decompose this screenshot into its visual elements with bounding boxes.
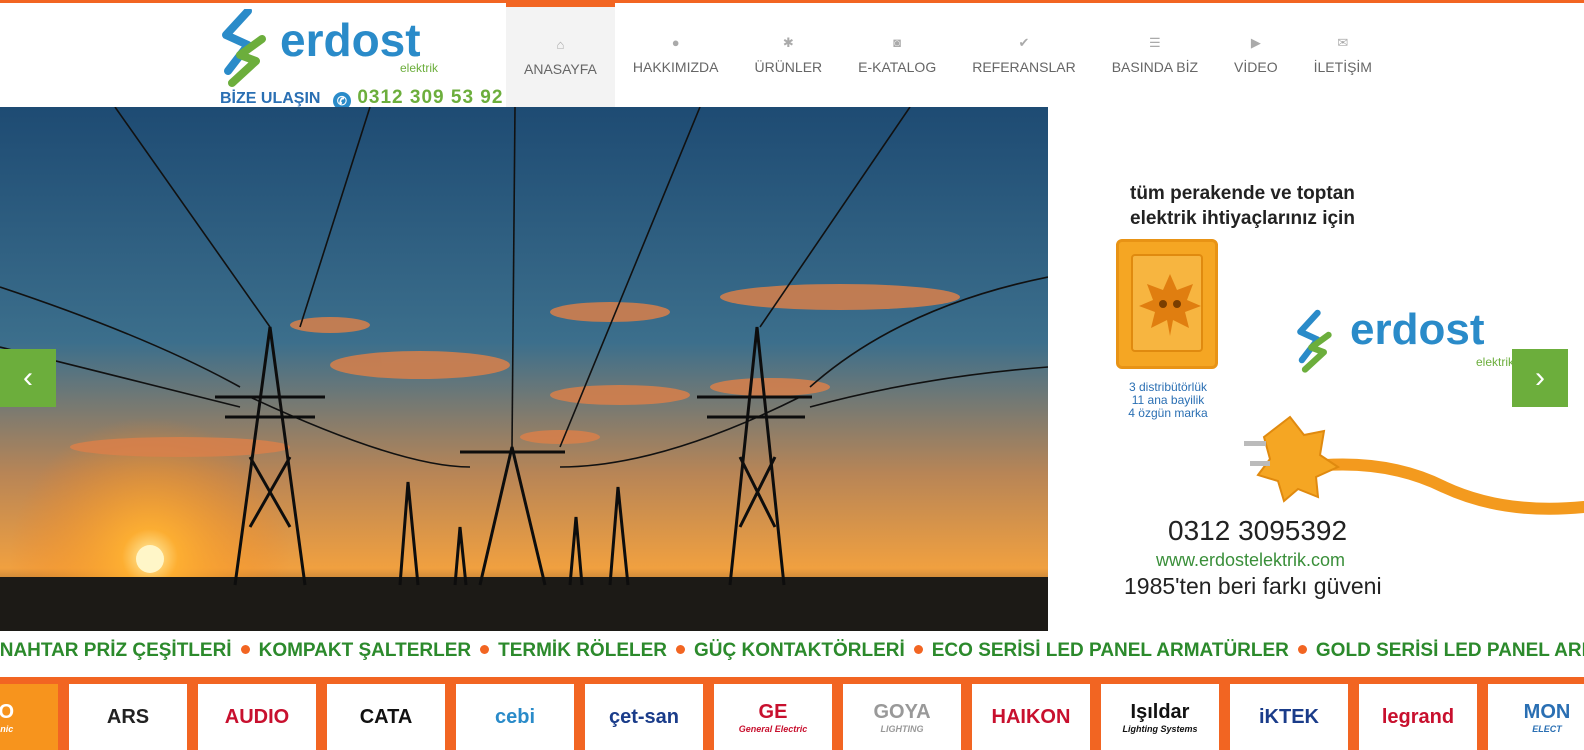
slider-prev-button[interactable]: ‹	[0, 349, 56, 407]
ticker-separator-dot	[676, 645, 685, 654]
logo-wordmark: erdost	[280, 14, 421, 66]
nav-label: BASINDA BİZ	[1111, 59, 1199, 75]
brand-name: CATA	[359, 705, 413, 728]
chevron-right-icon: ›	[1535, 361, 1545, 394]
brand-name: GOYA	[873, 700, 931, 723]
brand-logo[interactable]: GE General Electric	[714, 684, 832, 750]
nav-item-6[interactable]: ▶ VİDEO	[1216, 3, 1296, 107]
logo-subtitle: elektrik	[400, 61, 439, 75]
brand-logo[interactable]: legrand	[1359, 684, 1477, 750]
brand-logo[interactable]: HAIKON	[972, 684, 1090, 750]
nav-item-1[interactable]: ● HAKKIMIZDA	[615, 3, 737, 107]
brand-name: legrand	[1381, 705, 1455, 728]
brand-subtitle: ELECT	[1532, 723, 1562, 734]
brand-logo[interactable]: iKTEK	[1230, 684, 1348, 750]
ticker-separator-dot	[480, 645, 490, 654]
nav-item-4[interactable]: ✔ REFERANSLAR	[954, 3, 1093, 107]
ticker-item[interactable]: ECO SERİSİ LED PANEL ARMATÜRLER	[932, 640, 1289, 662]
check-icon: ✔	[1018, 35, 1030, 50]
brand-logo[interactable]: KOasonic	[0, 684, 58, 750]
brand-logo[interactable]: CATA	[327, 684, 445, 750]
ticker-separator-dot	[913, 645, 923, 654]
promo-phone: 0312 3095392	[1168, 515, 1348, 546]
brand-carousel: KOasonic ARS AUDIO CATA cebi çet-san GEGeneral…	[0, 677, 1584, 750]
nav-item-3[interactable]: ◙ E-KATALOG	[840, 3, 954, 107]
contact-label: BİZE ULAŞIN	[220, 90, 321, 107]
hero-slider: tüm perakende ve toptan elektrik ihtiyaç…	[0, 107, 1584, 631]
brand-logo[interactable]: çet-san	[585, 684, 703, 750]
brand-name: AUDIO	[224, 705, 290, 728]
ticker-item[interactable]: KOMPAKT ŞALTERLER	[259, 640, 472, 662]
user-icon: ●	[671, 35, 680, 50]
slider-next-button[interactable]: ›	[1512, 349, 1568, 407]
home-icon: ⌂	[556, 37, 565, 52]
nav-item-2[interactable]: ✱ ÜRÜNLER	[736, 3, 840, 107]
brand-subtitle: LIGHTING	[880, 723, 924, 734]
slide-photo	[0, 107, 1048, 631]
brand-name: Işıldar	[1130, 700, 1190, 723]
power-lines-sunset-image	[0, 107, 1048, 631]
brand-logo[interactable]: GOYA LIGHTING	[843, 684, 961, 750]
brand-name: cebi	[494, 705, 536, 728]
nav-label: ÜRÜNLER	[754, 59, 823, 75]
brand-logo[interactable]: cebi	[456, 684, 574, 750]
brand-logo[interactable]: ARS	[69, 684, 187, 750]
brand-logo[interactable]: MON ELECT	[1488, 684, 1584, 750]
ticker-separator-dot	[240, 645, 250, 654]
maple-socket-icon	[1116, 239, 1218, 369]
server-icon: ☰	[1149, 35, 1161, 50]
brand-name: ARS	[106, 705, 150, 728]
nav-item-7[interactable]: ✉ İLETİŞİM	[1296, 3, 1390, 107]
brand-name: GE	[758, 700, 788, 723]
brand-name: MON	[1523, 700, 1571, 723]
site-logo[interactable]: erdost elektrik BİZE ULAŞIN ✆ 0312 309 5…	[218, 7, 502, 110]
promo-logo-wordmark: erdost	[1350, 305, 1485, 354]
ticker-item[interactable]: GOLD SERİSİ LED PANEL ARMATÜRLER	[1316, 640, 1584, 662]
plug-cable-icon	[1244, 415, 1584, 515]
promo-logo-subtitle: elektrik	[1476, 355, 1515, 369]
promo-headline: tüm perakende ve toptan elektrik ihtiyaç…	[1130, 183, 1355, 229]
brand-subtitle: asonic	[0, 723, 14, 734]
brand-name: iKTEK	[1259, 705, 1319, 728]
brand-name: KO	[0, 700, 14, 723]
asterisk-icon: ✱	[782, 35, 794, 50]
nav-label: VİDEO	[1234, 59, 1278, 75]
chevron-left-icon: ‹	[23, 361, 33, 394]
envelope-icon: ✉	[1337, 35, 1349, 50]
nav-label: HAKKIMIZDA	[632, 59, 719, 75]
ticker-item[interactable]: GÜÇ KONTAKTÖRLERİ	[694, 640, 905, 662]
brand-subtitle: Lighting Systems	[1122, 723, 1198, 734]
ticker-item[interactable]: TERMİK RÖLELER	[498, 640, 667, 662]
camera-icon: ◙	[893, 35, 902, 50]
nav-label: REFERANSLAR	[972, 59, 1076, 75]
nav-item-0[interactable]: ⌂ ANASAYFA	[506, 3, 615, 107]
promo-stats: 3 distribütörlük 11 ana bayilik 4 özgün …	[1118, 381, 1218, 420]
lightning-logo-icon	[1297, 309, 1332, 373]
promo-slogan: 1985'ten beri farkı güveni	[1124, 573, 1382, 599]
product-ticker: ANAHTAR PRİZ ÇEŞİTLERİ KOMPAKT ŞALTERLER T…	[0, 631, 1584, 677]
main-navigation: ⌂ ANASAYFA ● HAKKIMIZDA ✱ ÜRÜNLER ◙ E-KATALOG ✔ R…	[506, 3, 1390, 107]
lightning-logo-icon	[222, 9, 266, 87]
play-icon: ▶	[1250, 35, 1261, 50]
ticker-item[interactable]: ANAHTAR PRİZ ÇEŞİTLERİ	[0, 640, 232, 662]
brand-logo[interactable]: Işıldar Lighting Systems	[1101, 684, 1219, 750]
brand-logo[interactable]: AUDIO	[198, 684, 316, 750]
ticker-separator-dot	[1297, 645, 1307, 654]
site-header: erdost elektrik BİZE ULAŞIN ✆ 0312 309 5…	[0, 3, 1584, 110]
brand-subtitle: General Electric	[738, 723, 808, 734]
brand-name: çet-san	[608, 705, 680, 728]
contact-phone[interactable]: 0312 309 53 92	[357, 87, 503, 108]
brand-name: HAIKON	[991, 705, 1071, 728]
nav-label: ANASAYFA	[524, 61, 597, 77]
nav-item-5[interactable]: ☰ BASINDA BİZ	[1094, 3, 1216, 107]
nav-label: E-KATALOG	[858, 59, 937, 75]
promo-stat: 4 özgün marka	[1128, 406, 1208, 420]
nav-label: İLETİŞİM	[1313, 59, 1372, 75]
promo-banner: tüm perakende ve toptan elektrik ihtiyaç…	[1048, 107, 1584, 631]
promo-website[interactable]: www.erdostelektrik.com	[1156, 550, 1345, 571]
ticker-track: ANAHTAR PRİZ ÇEŞİTLERİ KOMPAKT ŞALTERLER T…	[0, 640, 1584, 662]
